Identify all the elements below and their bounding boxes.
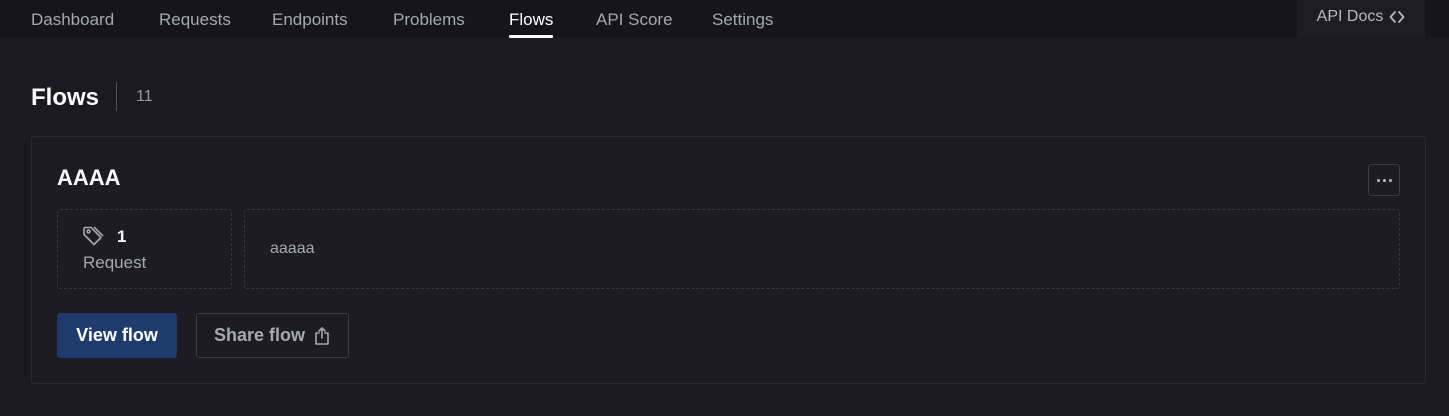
more-horizontal-icon [1376,178,1380,182]
top-navigation: Dashboard Requests Endpoints Problems Fl… [0,0,1449,38]
api-docs-label: API Docs [1316,7,1384,25]
request-label: Request [83,253,147,272]
tab-requests[interactable]: Requests [159,10,231,30]
more-dot [1382,178,1386,182]
more-options-button[interactable] [1368,164,1400,196]
request-count: 1 [117,227,127,246]
view-flow-button[interactable]: View flow [57,313,177,358]
tag-icon [83,226,104,246]
tab-dashboard[interactable]: Dashboard [31,10,114,30]
request-count-box: 1 Request [57,209,232,289]
api-docs-button[interactable]: API Docs [1297,0,1425,37]
flow-description: aaaaa [270,240,315,257]
more-dot [1388,178,1392,182]
tab-settings[interactable]: Settings [712,10,773,30]
tab-problems[interactable]: Problems [393,10,465,30]
description-box: aaaaa [244,209,1400,289]
flow-count: 11 [136,88,153,105]
share-upload-icon [315,326,329,345]
tab-endpoints[interactable]: Endpoints [272,10,348,30]
page-title: Flows [31,84,100,111]
share-flow-label: Share flow [213,325,306,345]
title-divider [116,82,117,111]
tab-api-score[interactable]: API Score [596,10,673,30]
code-brackets-icon [1389,10,1405,23]
flow-title: AAAA [57,165,121,190]
share-flow-button[interactable]: Share flow [196,313,349,358]
tab-flows[interactable]: Flows [509,10,554,38]
flow-card: AAAA 1 Request aaaaa View flow Share flo… [31,136,1426,384]
